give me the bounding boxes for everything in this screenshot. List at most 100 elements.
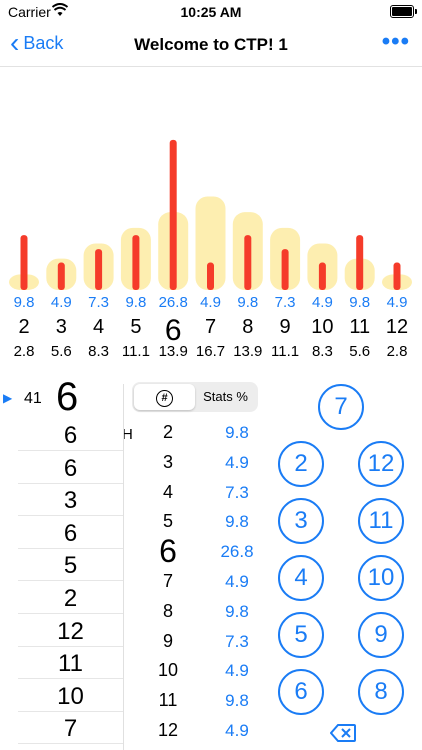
- stats-sum: 5: [162, 511, 173, 532]
- actual-percent-label: 4.9: [200, 294, 221, 311]
- stats-percent: 7.3: [225, 631, 249, 651]
- actual-bar: [207, 262, 214, 290]
- history-row[interactable]: 5: [18, 548, 123, 582]
- expected-percent-label: 11.1: [271, 343, 299, 360]
- page-title: Welcome to CTP! 1: [134, 35, 288, 54]
- stats-percent: 26.8: [220, 542, 254, 562]
- stats-sum: 7: [162, 571, 173, 591]
- actual-bar: [20, 235, 28, 290]
- stats-row: 7 4.9: [140, 567, 260, 596]
- dice-sum-label: 10: [311, 316, 333, 338]
- actual-bar: [169, 139, 177, 290]
- expected-percent-label: 11.1: [122, 343, 150, 360]
- dice-sum-button[interactable]: 4: [278, 555, 324, 601]
- dice-sum-label: 4: [93, 316, 104, 338]
- dice-sum-button[interactable]: 2: [278, 441, 324, 487]
- history-roll-value: 6: [63, 519, 78, 547]
- actual-bar: [244, 235, 252, 290]
- dice-sum-label: 12: [386, 316, 408, 338]
- stats-percent: 4.9: [225, 452, 249, 472]
- navigation-bar: ‹ Back Welcome to CTP! 1 •••: [0, 26, 422, 67]
- actual-bar: [318, 262, 326, 290]
- battery-icon: [390, 5, 414, 18]
- dice-sum-label: 11: [349, 316, 370, 338]
- history-roll-value: 7: [63, 715, 78, 743]
- dice-sum-button[interactable]: 6: [278, 669, 324, 715]
- view-segmented-control: # Stats %: [132, 382, 258, 412]
- expected-percent-label: 5.6: [51, 343, 72, 360]
- history-roll-value: 11: [58, 650, 83, 678]
- stats-percent: 4.9: [225, 661, 249, 681]
- stats-sum: 12: [157, 720, 179, 740]
- history-row[interactable]: 6H: [18, 418, 133, 451]
- stats-percent: 9.8: [225, 423, 249, 442]
- actual-percent-label: 9.8: [349, 294, 370, 311]
- history-roll-value: 2: [63, 585, 78, 612]
- history-row[interactable]: 2: [18, 581, 123, 614]
- actual-percent-label: 4.9: [387, 294, 408, 311]
- dice-sum-button[interactable]: 12: [358, 441, 404, 487]
- stats-sum: 3: [162, 451, 173, 472]
- dice-sum-label: 8: [242, 316, 253, 338]
- actual-bar: [356, 235, 364, 290]
- expected-percent-label: 5.6: [349, 343, 370, 360]
- history-row[interactable]: 12: [18, 614, 123, 647]
- dice-sum-label: 2: [18, 316, 29, 338]
- segment-stats-percent[interactable]: Stats %: [195, 384, 256, 410]
- dice-sum-button[interactable]: 8: [358, 669, 404, 715]
- history-roll-value: 6: [63, 454, 78, 482]
- status-bar: Carrier 10:25 AM: [0, 0, 422, 24]
- battery-tip: [415, 9, 417, 14]
- history-divider: [123, 384, 124, 750]
- actual-bar: [95, 249, 103, 290]
- dice-sum-button[interactable]: 5: [278, 612, 324, 658]
- history-row[interactable]: 3: [18, 483, 123, 517]
- stats-sum: 9: [162, 630, 173, 651]
- current-roll-arrow-icon: ▶: [3, 391, 13, 405]
- current-roll-value: 6: [56, 375, 79, 419]
- expected-percent-label: 2.8: [387, 343, 408, 360]
- history-roll-value: 5: [63, 552, 78, 580]
- hash-icon: #: [156, 390, 173, 407]
- dice-sum-button[interactable]: 7: [318, 384, 364, 430]
- actual-percent-label: 7.3: [275, 294, 296, 311]
- history-row[interactable]: 6: [18, 451, 123, 484]
- dice-sum-label: 5: [130, 316, 141, 338]
- dice-sum-button[interactable]: 11: [358, 498, 404, 544]
- actual-percent-label: 4.9: [51, 294, 72, 311]
- actual-percent-label: 7.3: [88, 294, 109, 311]
- expected-percent-label: 16.7: [196, 343, 225, 360]
- history-row[interactable]: 6: [18, 516, 123, 549]
- history-row[interactable]: 11: [18, 646, 123, 680]
- dice-sum-button[interactable]: 10: [358, 555, 404, 601]
- actual-bar: [393, 262, 401, 290]
- history-row[interactable]: 7: [18, 711, 123, 745]
- expected-percent-label: 13.9: [159, 343, 188, 360]
- dice-sum-button[interactable]: 3: [278, 498, 324, 544]
- stats-row: 12 4.9: [140, 716, 260, 745]
- stats-row: 4 7.3: [140, 478, 260, 507]
- history-row[interactable]: 10: [18, 679, 123, 712]
- more-options-button[interactable]: •••: [382, 28, 410, 56]
- clock: 10:25 AM: [180, 4, 242, 20]
- actual-percent-label: 4.9: [312, 294, 333, 311]
- dice-sum-button[interactable]: 9: [358, 612, 404, 658]
- actual-bar: [281, 249, 289, 290]
- stats-sum: 10: [157, 660, 179, 681]
- stats-row: 8 9.8: [140, 597, 260, 626]
- segment-count[interactable]: #: [134, 384, 195, 410]
- actual-percent-label: 9.8: [237, 294, 258, 311]
- stats-sum: 6: [159, 533, 177, 570]
- roll-count: 41: [24, 390, 42, 407]
- stats-row: 6 26.8: [140, 533, 260, 569]
- stats-percent: 9.8: [225, 601, 249, 621]
- history-roll-value: 3: [63, 487, 78, 515]
- stats-row: 11 9.8: [140, 686, 260, 715]
- actual-bar: [132, 235, 140, 290]
- delete-backspace-icon[interactable]: [330, 724, 356, 742]
- actual-percent-label: 9.8: [125, 294, 146, 311]
- actual-percent-label: 26.8: [159, 294, 188, 311]
- stats-row: 3 4.9: [140, 448, 260, 477]
- expected-percent-label: 2.8: [14, 343, 35, 360]
- history-roll-value: 6: [63, 422, 78, 449]
